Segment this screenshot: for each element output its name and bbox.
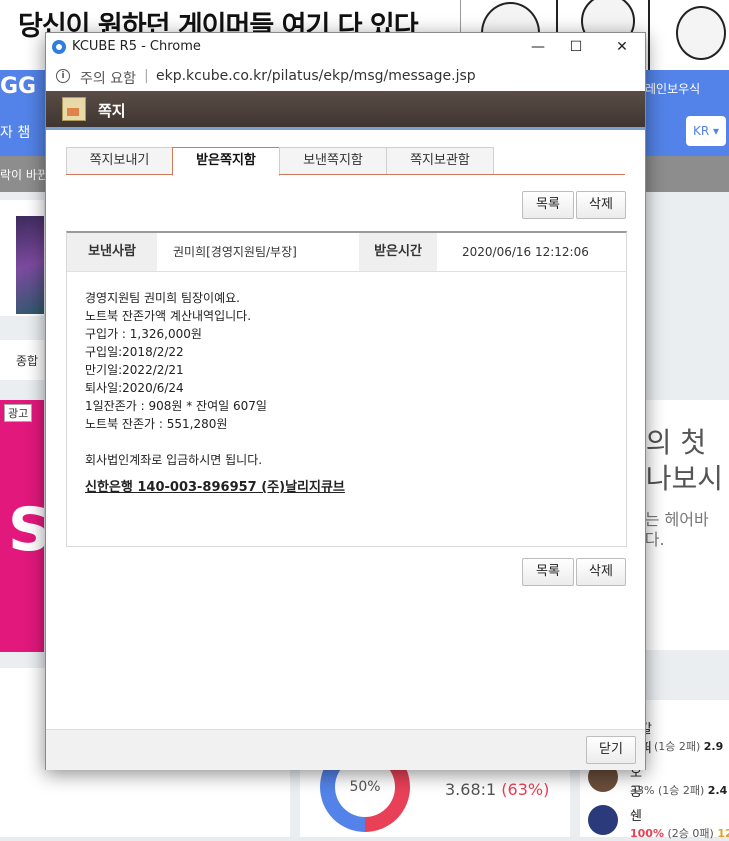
window-title: KCUBE R5 - Chrome (72, 39, 201, 54)
page-title: 쪽지 (98, 102, 126, 120)
security-warning[interactable]: 주의 요함 (80, 68, 136, 88)
champion-name: 쉔 (630, 809, 642, 824)
champion-kda: 2.9 (703, 740, 724, 753)
time-value: 2020/06/16 12:12:06 (462, 245, 589, 259)
address-url[interactable]: ekp.kcube.co.kr/pilatus/ekp/msg/message.… (156, 68, 476, 84)
kda-percent: (63%) (501, 780, 550, 799)
message-line: 1일잔존가 : 908원 * 잔여일 607일 (85, 399, 267, 413)
message-line: 경영지원팀 권미희 팀장이예요. (85, 291, 240, 305)
message-instruction: 회사법인계좌로 입금하시면 됩니다. (85, 453, 263, 467)
address-separator: | (144, 68, 149, 84)
tab-send-message[interactable]: 쪽지보내기 (66, 147, 173, 174)
ad-label: 광고 (4, 404, 33, 422)
champion-kda: 2.4 (707, 784, 728, 797)
region-select[interactable]: KR ▾ (686, 116, 726, 146)
champion-record: (2승 0패) (667, 827, 714, 840)
champion-stat: 100% (2승 0패) 12 (630, 825, 729, 841)
close-button[interactable]: 닫기 (586, 736, 636, 764)
champion-stat: % (1승 2패) 2.9 (640, 738, 723, 754)
chrome-icon (52, 40, 66, 54)
champion-kda: 12 (717, 827, 729, 840)
kda-value: 3.68:1 (445, 780, 502, 799)
address-bar[interactable]: i 주의 요함 | ekp.kcube.co.kr/pilatus/ekp/ms… (46, 61, 645, 92)
sender-value: 권미희[경영지원팀/부장] (173, 245, 297, 259)
window-footer: 닫기 (46, 729, 645, 770)
nav-link-rainbow[interactable]: 레인보우식 (645, 70, 700, 108)
bank-account: 신한은행 140-003-896957 (주)날리지큐브 (85, 480, 345, 495)
message-line: 노트북 잔존가액 계산내역입니다. (85, 309, 252, 323)
window-titlebar[interactable]: KCUBE R5 - Chrome — ☐ ✕ (46, 33, 645, 61)
message-tabs: 쪽지보내기 받은쪽지함 보낸쪽지함 쪽지보관함 (66, 147, 625, 176)
champion-winrate: 100% (630, 827, 664, 840)
maximize-button[interactable]: ☐ (556, 35, 596, 59)
minimize-button[interactable]: — (518, 35, 558, 59)
list-button[interactable]: 목록 (522, 191, 574, 219)
tab-overview[interactable]: 종합 (0, 340, 44, 380)
kda-ratio: 3.68:1 (63%) (445, 780, 549, 799)
message-line: 만기일:2022/2/21 (85, 363, 184, 377)
time-label: 받은시간 (359, 233, 437, 271)
app-header: 쪽지 (46, 91, 645, 130)
delete-button-bottom[interactable]: 삭제 (576, 558, 626, 586)
message-icon (62, 97, 86, 121)
tab-inbox[interactable]: 받은쪽지함 (172, 147, 280, 176)
message-view: 보낸사람 권미희[경영지원팀/부장] 받은시간 2020/06/16 12:12… (66, 231, 627, 547)
message-line: 구입가 : 1,326,000원 (85, 327, 202, 341)
sender-label: 보낸사람 (67, 233, 157, 271)
tab-overview-label: 종합 (16, 354, 39, 368)
subnav-items[interactable]: 자 챔 (0, 122, 30, 142)
tab-sent[interactable]: 보낸쪽지함 (279, 147, 387, 174)
message-meta: 보낸사람 권미희[경영지원팀/부장] 받은시간 2020/06/16 12:12… (67, 233, 626, 272)
notice-text: 락이 바뀐 (0, 168, 48, 182)
message-line: 노트북 잔존가 : 551,280원 (85, 417, 228, 431)
delete-button[interactable]: 삭제 (576, 191, 626, 219)
list-button-bottom[interactable]: 목록 (522, 558, 574, 586)
champion-stat: 33% (1승 2패) 2.4 (630, 782, 727, 798)
region-label: KR (692, 124, 710, 138)
champion-icon (588, 805, 618, 835)
message-line: 퇴사일:2020/6/24 (85, 381, 184, 395)
message-body: 경영지원팀 권미희 팀장이예요. 노트북 잔존가액 계산내역입니다. 구입가 :… (85, 289, 605, 497)
champion-record: % (1승 2패) (640, 740, 701, 753)
tab-archive[interactable]: 쪽지보관함 (386, 147, 494, 174)
site-logo[interactable]: GG (0, 74, 36, 99)
message-line: 구입일:2018/2/22 (85, 345, 184, 359)
close-window-button[interactable]: ✕ (602, 35, 642, 59)
champion-record: 33% (1승 2패) (630, 784, 705, 797)
info-icon[interactable]: i (56, 69, 70, 83)
popup-window: KCUBE R5 - Chrome — ☐ ✕ i 주의 요함 | ekp.kc… (45, 32, 646, 770)
profile-avatar (16, 216, 44, 314)
